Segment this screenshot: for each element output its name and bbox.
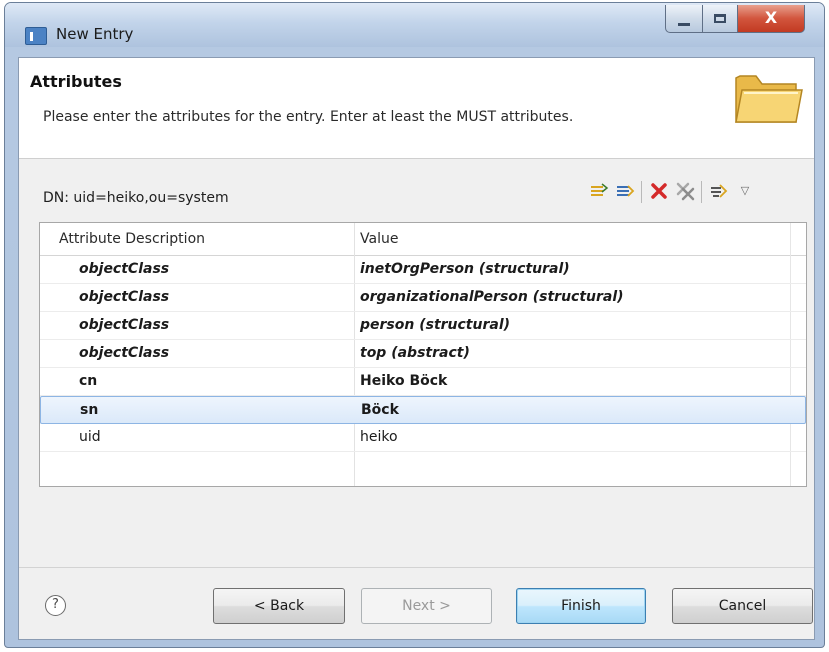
table-header: Attribute Description Value — [40, 223, 806, 256]
maximize-button[interactable] — [702, 5, 738, 33]
title-bar: New Entry X — [5, 3, 824, 47]
finish-button[interactable]: Finish — [516, 588, 646, 624]
close-button[interactable]: X — [737, 5, 805, 33]
attribute-cell: cn — [79, 373, 98, 389]
footer-divider — [19, 567, 814, 568]
minimize-icon — [678, 23, 690, 26]
value-cell[interactable]: organizationalPerson (structural) — [360, 289, 624, 305]
attribute-cell: objectClass — [79, 345, 170, 361]
new-attribute-icon[interactable] — [588, 180, 610, 202]
page-title: Attributes — [30, 72, 122, 91]
delete-all-icon[interactable] — [674, 180, 696, 202]
maximize-icon — [714, 14, 726, 23]
minimize-button[interactable] — [665, 5, 703, 33]
help-icon[interactable]: ? — [45, 595, 66, 616]
table-row[interactable]: cn Heiko Böck — [40, 368, 806, 396]
view-menu-icon[interactable]: ▽ — [734, 180, 756, 202]
folder-icon — [735, 75, 803, 123]
attributes-table: Attribute Description Value objectClass … — [39, 222, 807, 487]
table-row-empty — [40, 452, 806, 480]
close-icon: X — [764, 8, 778, 27]
attribute-cell: objectClass — [79, 289, 170, 305]
cancel-button[interactable]: Cancel — [672, 588, 813, 624]
back-button[interactable]: < Back — [213, 588, 345, 624]
value-cell[interactable]: inetOrgPerson (structural) — [360, 261, 570, 277]
dn-label: DN: uid=heiko,ou=system — [43, 190, 229, 206]
table-row[interactable]: objectClass top (abstract) — [40, 340, 806, 368]
page-description: Please enter the attributes for the entr… — [43, 109, 574, 125]
app-icon — [25, 27, 47, 45]
attribute-cell: objectClass — [79, 317, 170, 333]
value-cell[interactable]: person (structural) — [360, 317, 510, 333]
value-cell[interactable]: Heiko Böck — [360, 373, 447, 389]
table-row[interactable]: uid heiko — [40, 424, 806, 452]
attribute-cell: objectClass — [79, 261, 170, 277]
attribute-cell: uid — [79, 429, 101, 445]
value-cell[interactable]: Böck — [361, 402, 399, 418]
toolbar-separator — [701, 181, 702, 203]
table-row[interactable]: objectClass organizationalPerson (struct… — [40, 284, 806, 312]
next-button[interactable]: Next > — [361, 588, 492, 624]
wizard-header: Attributes Please enter the attributes f… — [19, 58, 814, 159]
toolbar-separator — [641, 181, 642, 203]
column-header-value[interactable]: Value — [360, 231, 398, 247]
value-cell[interactable]: heiko — [360, 429, 398, 445]
window-title: New Entry — [56, 25, 134, 43]
edit-value-icon[interactable] — [708, 180, 730, 202]
attribute-cell: sn — [80, 402, 99, 418]
new-entry-window: New Entry X Attributes Please enter the … — [4, 2, 825, 648]
dialog-client-area: Attributes Please enter the attributes f… — [18, 57, 815, 640]
new-value-icon[interactable] — [614, 180, 636, 202]
table-row[interactable]: objectClass person (structural) — [40, 312, 806, 340]
column-header-attribute[interactable]: Attribute Description — [59, 231, 205, 247]
table-row-selected[interactable]: sn Böck — [40, 396, 806, 424]
delete-icon[interactable] — [648, 180, 670, 202]
value-cell[interactable]: top (abstract) — [360, 345, 470, 361]
table-row[interactable]: objectClass inetOrgPerson (structural) — [40, 256, 806, 284]
